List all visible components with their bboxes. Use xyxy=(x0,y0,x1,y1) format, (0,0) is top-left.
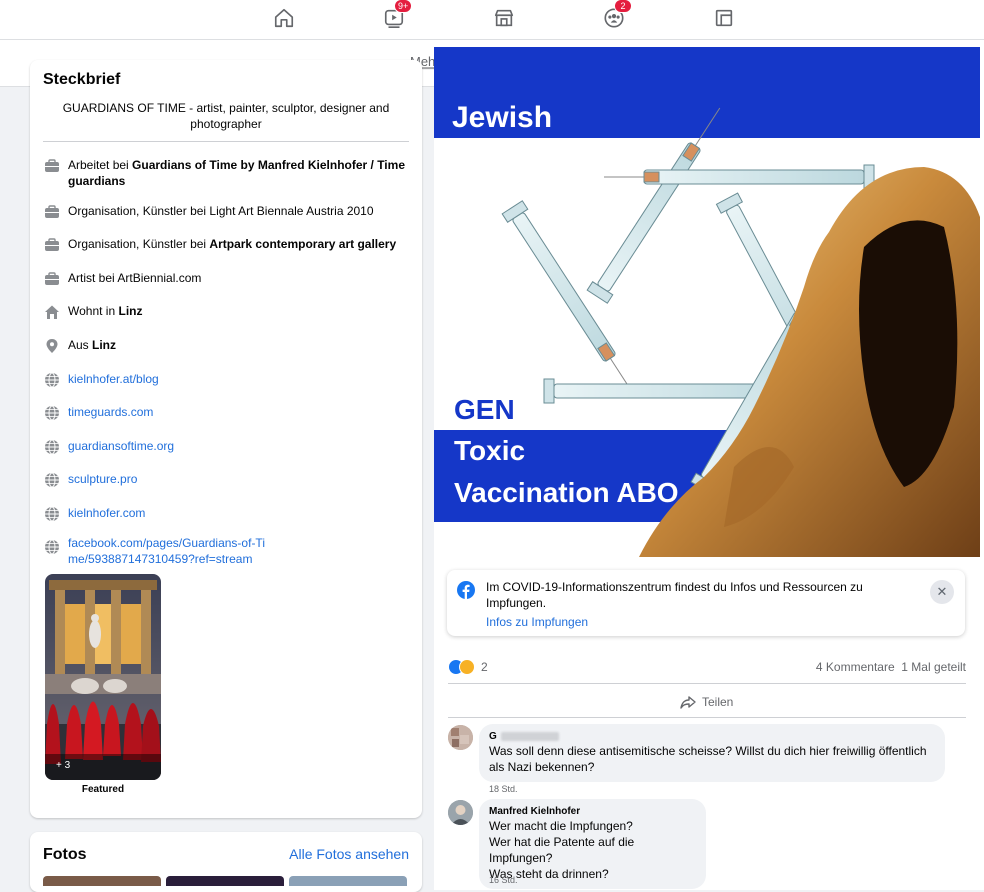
photos-title: Fotos xyxy=(43,846,87,863)
commenter-avatar[interactable] xyxy=(448,725,473,750)
website-link[interactable]: sculpture.pro xyxy=(68,471,137,487)
image-text-vaccination: Vaccination ABO xyxy=(454,477,679,508)
intro-item-work-4: Artist bei ArtBiennial.com xyxy=(43,270,413,288)
post-image[interactable]: Jewish GEN Toxic Vaccination ABO xyxy=(434,47,980,557)
covid-notice-text: Im COVID-19-Informationszentrum findest … xyxy=(486,580,863,610)
comment-timestamp[interactable]: 18 Std. xyxy=(489,784,518,794)
intro-title: Steckbrief xyxy=(43,71,121,88)
intro-item-link[interactable]: Artpark contemporary art gallery xyxy=(209,237,396,251)
photo-thumbnail[interactable] xyxy=(166,876,284,886)
intro-item-text: Arbeitet bei xyxy=(68,158,133,172)
comment-timestamp[interactable]: 16 Std. xyxy=(489,875,518,885)
featured-photo xyxy=(45,574,161,780)
comments-count-link[interactable]: 4 Kommentare xyxy=(816,660,895,674)
website-link[interactable]: guardiansoftime.org xyxy=(68,438,174,454)
featured-more-count: + 3 xyxy=(56,760,71,771)
gaming-icon xyxy=(715,9,733,27)
marketplace-icon xyxy=(494,9,514,27)
share-arrow-icon xyxy=(680,696,696,709)
close-notice-button[interactable]: ✕ xyxy=(930,580,954,604)
intro-item-text: Wohnt in xyxy=(68,304,119,318)
share-label: Teilen xyxy=(702,695,734,709)
website-link[interactable]: kielnhofer.at/blog xyxy=(68,371,159,387)
globe-icon xyxy=(43,404,61,422)
comment-text: Was soll denn diese antisemitische schei… xyxy=(489,744,927,774)
post-stats: 4 Kommentare 1 Mal geteilt xyxy=(816,660,966,674)
comment-bubble: G Was soll denn diese antisemitische sch… xyxy=(479,724,945,782)
website-link-row: kielnhofer.at/blog xyxy=(43,371,413,389)
home-nav-button[interactable] xyxy=(270,5,298,31)
website-link-row: kielnhofer.com xyxy=(43,505,413,523)
intro-item-text: Organisation, Künstler bei Light Art Bie… xyxy=(68,204,374,218)
sad-reaction-icon xyxy=(459,659,475,675)
intro-bio: GUARDIANS OF TIME - artist, painter, scu… xyxy=(62,101,390,131)
briefcase-icon xyxy=(43,157,61,175)
home-icon xyxy=(43,303,61,321)
covid-info-notice: Im COVID-19-Informationszentrum findest … xyxy=(447,570,965,636)
comment-text-line: Wer macht die Impfungen? xyxy=(489,819,633,833)
featured-label: Featured xyxy=(81,784,125,795)
website-link-row: guardiansoftime.org xyxy=(43,438,413,456)
divider xyxy=(43,141,409,142)
redacted-name xyxy=(500,731,559,741)
covid-info-link[interactable]: Infos zu Impfungen xyxy=(486,615,588,629)
gaming-nav-button[interactable] xyxy=(710,5,738,31)
watch-nav-button[interactable]: 9+ xyxy=(380,0,413,31)
location-pin-icon xyxy=(43,337,61,355)
photos-card: Fotos Alle Fotos ansehen xyxy=(30,832,422,892)
image-text-jewish: Jewish xyxy=(452,101,552,134)
intro-card: Steckbrief GUARDIANS OF TIME - artist, p… xyxy=(30,60,422,818)
globe-icon xyxy=(43,471,61,489)
globe-icon xyxy=(43,371,61,389)
intro-item-lives-in: Wohnt in Linz xyxy=(43,303,413,321)
photo-thumbnail[interactable] xyxy=(289,876,407,886)
image-text-toxic: Toxic xyxy=(454,435,525,466)
comment-author[interactable]: G xyxy=(489,730,935,743)
briefcase-icon xyxy=(43,203,61,221)
intro-item-text: Aus xyxy=(68,338,93,352)
marketplace-nav-button[interactable] xyxy=(490,5,518,31)
comment-text-line: Wer hat die Patente auf die Impfungen? xyxy=(489,835,635,865)
intro-item-from: Aus Linz xyxy=(43,337,413,355)
image-text-gen: GEN xyxy=(454,394,515,425)
facebook-logo-icon xyxy=(457,581,475,599)
share-button[interactable]: Teilen xyxy=(680,694,733,710)
globe-icon xyxy=(43,505,61,523)
website-link[interactable]: facebook.com/pages/Guardians-of-Time/593… xyxy=(68,535,273,567)
reaction-count: 2 xyxy=(481,660,488,674)
post-card: Jewish GEN Toxic Vaccination ABO Im COVI… xyxy=(434,40,984,890)
see-all-photos-link[interactable]: Alle Fotos ansehen xyxy=(289,846,409,862)
website-link[interactable]: kielnhofer.com xyxy=(68,505,145,521)
intro-item-text: Organisation, Künstler bei xyxy=(68,237,210,251)
globe-icon xyxy=(43,438,61,456)
website-link-row: timeguards.com xyxy=(43,404,413,422)
briefcase-icon xyxy=(43,270,61,288)
groups-nav-button[interactable]: 2 xyxy=(600,0,632,31)
intro-item-work-1: Arbeitet bei Guardians of Time by Manfre… xyxy=(43,157,413,189)
commenter-avatar[interactable] xyxy=(448,800,473,825)
intro-item-work-3: Organisation, Künstler bei Artpark conte… xyxy=(43,236,413,254)
watch-notification-badge: 9+ xyxy=(394,0,413,13)
intro-item-work-2: Organisation, Künstler bei Light Art Bie… xyxy=(43,203,413,221)
intro-item-text: Artist bei ArtBiennial.com xyxy=(68,271,202,285)
top-navigation-bar: 9+ 2 xyxy=(0,0,984,40)
intro-item-link[interactable]: Linz xyxy=(92,338,116,352)
website-link-row: facebook.com/pages/Guardians-of-Time/593… xyxy=(43,535,273,567)
reactions-summary[interactable]: 2 xyxy=(448,659,488,675)
divider xyxy=(448,683,966,684)
home-icon xyxy=(274,8,294,28)
close-icon: ✕ xyxy=(936,584,948,599)
groups-notification-badge: 2 xyxy=(614,0,632,13)
website-link[interactable]: timeguards.com xyxy=(68,404,153,420)
globe-icon xyxy=(43,538,61,556)
divider xyxy=(448,717,966,718)
shares-count-link[interactable]: 1 Mal geteilt xyxy=(901,660,966,674)
photo-thumbnail[interactable] xyxy=(43,876,161,886)
website-link-row: sculpture.pro xyxy=(43,471,413,489)
briefcase-icon xyxy=(43,236,61,254)
post-image-graphic: Jewish GEN Toxic Vaccination ABO xyxy=(434,47,980,557)
comment-author[interactable]: Manfred Kielnhofer xyxy=(489,805,696,818)
featured-photo-collection[interactable] xyxy=(45,574,161,780)
intro-item-link[interactable]: Linz xyxy=(118,304,142,318)
